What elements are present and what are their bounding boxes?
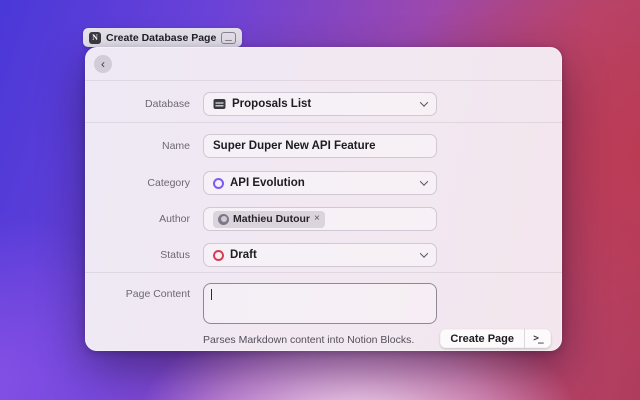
name-value: Super Duper New API Feature: [213, 140, 376, 152]
name-row: Name Super Duper New API Feature: [85, 134, 562, 158]
database-icon: [213, 98, 226, 110]
database-value: Proposals List: [232, 98, 311, 110]
section-divider: [85, 122, 562, 123]
status-dropdown[interactable]: Draft: [203, 243, 437, 267]
window-header: ‹: [85, 47, 562, 81]
enter-key-icon: >_: [525, 333, 551, 344]
author-tag-name: Mathieu Dutour: [233, 213, 310, 225]
database-row: Database Proposals List: [85, 92, 562, 116]
database-label: Database: [85, 92, 190, 116]
author-tag-field[interactable]: Mathieu Dutour ×: [203, 207, 437, 231]
name-input[interactable]: Super Duper New API Feature: [203, 134, 437, 158]
status-label: Status: [85, 243, 190, 267]
chevron-down-icon: [420, 177, 428, 185]
command-pill[interactable]: N Create Database Page: [83, 28, 242, 47]
avatar-icon: [218, 214, 229, 225]
command-pill-title: Create Database Page: [106, 32, 216, 44]
author-label: Author: [85, 207, 190, 231]
remove-tag-icon[interactable]: ×: [314, 214, 320, 224]
hotkey-icon[interactable]: [221, 32, 236, 44]
footer-hint: Parses Markdown content into Notion Bloc…: [203, 334, 414, 346]
status-ring-icon: [213, 250, 224, 261]
name-label: Name: [85, 134, 190, 158]
back-button[interactable]: ‹: [94, 55, 112, 73]
database-dropdown[interactable]: Proposals List: [203, 92, 437, 116]
author-row: Author Mathieu Dutour ×: [85, 207, 562, 231]
page-content-label: Page Content: [85, 288, 190, 300]
status-value: Draft: [230, 249, 257, 261]
notion-icon: N: [89, 32, 101, 44]
text-caret: [211, 289, 212, 300]
category-ring-icon: [213, 178, 224, 189]
chevron-down-icon: [420, 249, 428, 257]
chevron-down-icon: [420, 98, 428, 106]
category-label: Category: [85, 171, 190, 195]
status-row: Status Draft: [85, 243, 562, 267]
create-database-page-window: ‹ Database Proposals List Name Super Dup…: [85, 47, 562, 351]
section-divider: [85, 272, 562, 273]
category-row: Category API Evolution: [85, 171, 562, 195]
category-value: API Evolution: [230, 177, 305, 189]
create-page-button[interactable]: Create Page >_: [440, 329, 551, 348]
create-page-button-label: Create Page: [440, 333, 524, 345]
page-content-textarea[interactable]: [203, 283, 437, 324]
back-chevron-icon: ‹: [101, 58, 105, 70]
category-dropdown[interactable]: API Evolution: [203, 171, 437, 195]
author-tag[interactable]: Mathieu Dutour ×: [213, 211, 325, 228]
